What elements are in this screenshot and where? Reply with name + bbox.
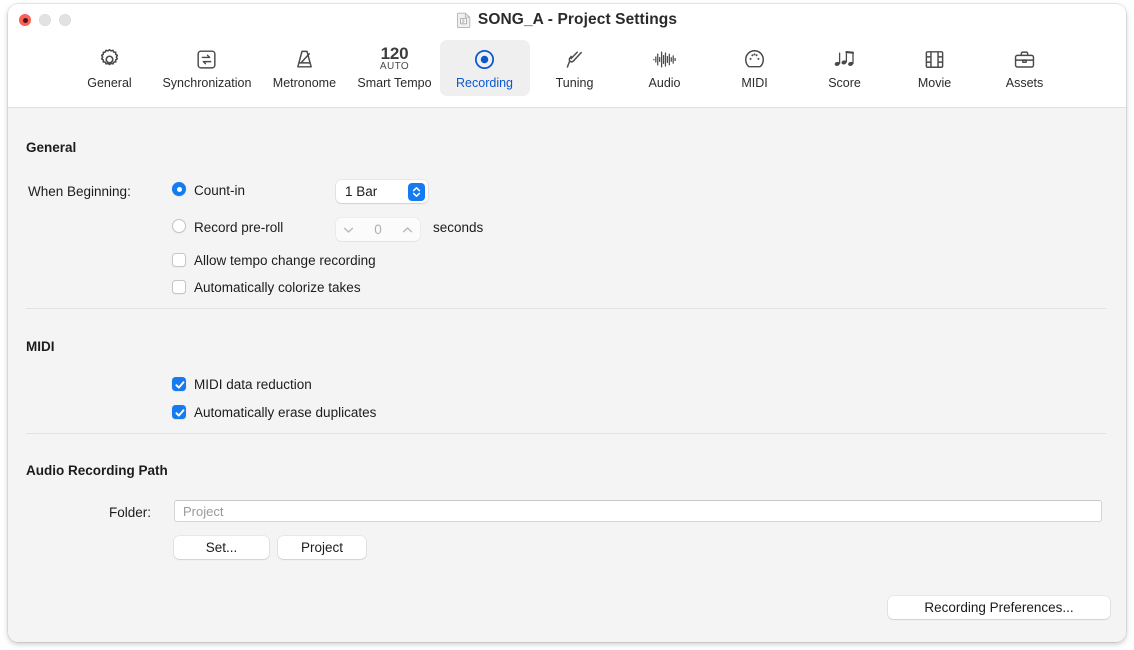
tempo-mode: AUTO xyxy=(380,61,409,72)
project-folder-button[interactable]: Project xyxy=(278,536,366,559)
tab-label: Assets xyxy=(1006,77,1044,91)
document-icon xyxy=(457,12,471,28)
tab-synchronization[interactable]: Synchronization xyxy=(154,40,259,96)
tuning-fork-icon xyxy=(562,44,587,74)
tab-general[interactable]: General xyxy=(64,40,154,96)
tab-midi[interactable]: MIDI xyxy=(710,40,800,96)
tab-label: Recording xyxy=(456,77,513,91)
film-strip-icon xyxy=(922,44,947,74)
midi-data-reduction-label: MIDI data reduction xyxy=(194,377,312,392)
traffic-lights xyxy=(19,14,71,26)
when-beginning-label: When Beginning: xyxy=(28,184,131,199)
tab-label: Smart Tempo xyxy=(357,77,431,91)
tab-label: Tuning xyxy=(556,77,594,91)
seconds-unit-label: seconds xyxy=(433,220,483,235)
minimize-button[interactable] xyxy=(39,14,51,26)
tab-tuning[interactable]: Tuning xyxy=(530,40,620,96)
chevron-up-down-icon xyxy=(408,183,425,201)
close-button[interactable] xyxy=(19,14,31,26)
tab-label: General xyxy=(87,77,131,91)
sync-arrows-icon xyxy=(194,44,219,74)
tempo-icon: 120 AUTO xyxy=(380,44,409,74)
folder-path-field[interactable]: Project xyxy=(174,500,1102,522)
chevron-up-icon[interactable] xyxy=(402,221,413,239)
tab-recording[interactable]: Recording xyxy=(440,40,530,96)
separator-general-midi xyxy=(26,308,1106,309)
gear-icon xyxy=(97,44,122,74)
record-preroll-label: Record pre-roll xyxy=(194,220,283,235)
metronome-icon xyxy=(292,44,317,74)
record-preroll-radio[interactable] xyxy=(172,219,186,233)
folder-label: Folder: xyxy=(109,505,151,520)
tab-movie[interactable]: Movie xyxy=(890,40,980,96)
title-group: SONG_A - Project Settings xyxy=(8,4,1126,36)
tab-label: Movie xyxy=(918,77,951,91)
separator-midi-audio xyxy=(26,433,1106,434)
recording-settings-pane: General When Beginning: Count-in 1 Bar R… xyxy=(8,108,1126,642)
record-preroll-value: 0 xyxy=(374,222,382,237)
tab-label: Metronome xyxy=(273,77,336,91)
record-preroll-stepper[interactable]: 0 xyxy=(336,218,420,241)
tab-label: Score xyxy=(828,77,861,91)
allow-tempo-change-label: Allow tempo change recording xyxy=(194,253,376,268)
tempo-value: 120 xyxy=(381,46,409,61)
record-circle-icon xyxy=(472,44,497,74)
folder-path-placeholder: Project xyxy=(183,504,223,519)
tab-label: Audio xyxy=(649,77,681,91)
tab-label: MIDI xyxy=(741,77,767,91)
count-in-bars-value: 1 Bar xyxy=(336,184,377,199)
auto-erase-duplicates-label: Automatically erase duplicates xyxy=(194,405,376,420)
audio-recording-path-heading: Audio Recording Path xyxy=(26,463,168,478)
tab-score[interactable]: Score xyxy=(800,40,890,96)
maximize-button[interactable] xyxy=(59,14,71,26)
allow-tempo-change-checkbox[interactable] xyxy=(172,253,186,267)
tab-assets[interactable]: Assets xyxy=(980,40,1070,96)
count-in-bars-popup[interactable]: 1 Bar xyxy=(336,180,428,203)
midi-section-heading: MIDI xyxy=(26,339,55,354)
midi-connector-icon xyxy=(742,44,767,74)
project-settings-window: SONG_A - Project Settings General Synchr… xyxy=(8,4,1126,642)
auto-colorize-takes-checkbox[interactable] xyxy=(172,280,186,294)
midi-data-reduction-checkbox[interactable] xyxy=(172,377,186,391)
title-bar: SONG_A - Project Settings xyxy=(8,4,1126,36)
window-title: SONG_A - Project Settings xyxy=(478,11,677,29)
settings-toolbar: General Synchronization Metronome xyxy=(8,36,1126,108)
auto-erase-duplicates-checkbox[interactable] xyxy=(172,405,186,419)
auto-colorize-takes-label: Automatically colorize takes xyxy=(194,280,361,295)
general-section-heading: General xyxy=(26,140,76,155)
tab-metronome[interactable]: Metronome xyxy=(259,40,349,96)
tab-audio[interactable]: Audio xyxy=(620,40,710,96)
recording-preferences-button[interactable]: Recording Preferences... xyxy=(888,596,1110,619)
briefcase-icon xyxy=(1012,44,1037,74)
chevron-down-icon[interactable] xyxy=(343,221,354,239)
set-folder-button[interactable]: Set... xyxy=(174,536,269,559)
count-in-label: Count-in xyxy=(194,183,245,198)
music-notes-icon xyxy=(832,44,858,74)
tab-label: Synchronization xyxy=(162,77,251,91)
waveform-icon xyxy=(651,44,678,74)
tab-smart-tempo[interactable]: 120 AUTO Smart Tempo xyxy=(349,40,439,96)
count-in-radio[interactable] xyxy=(172,182,186,196)
